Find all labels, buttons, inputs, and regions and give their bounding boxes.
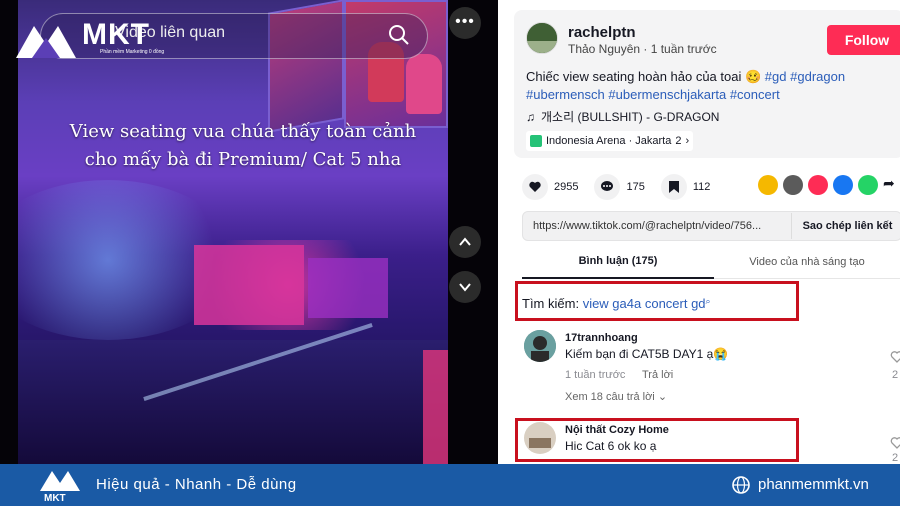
- facebook-icon[interactable]: [833, 175, 853, 195]
- banner-logo-text: MKT: [44, 493, 66, 503]
- commenter-name[interactable]: 17trannhoang: [565, 332, 638, 344]
- like-count: 2955: [554, 181, 579, 193]
- bookmark-icon: [660, 174, 687, 200]
- music-title: 개소리 (BULLSHIT) - G-DRAGON: [541, 110, 720, 124]
- video-url[interactable]: https://www.tiktok.com/@rachelptn/video/…: [533, 220, 761, 232]
- hashtag[interactable]: #ubermenschjakarta: [608, 87, 726, 102]
- logo-text: MKT: [82, 18, 150, 51]
- author-meta: Thảo Nguyên · 1 tuần trước: [568, 42, 717, 56]
- view-replies-button[interactable]: Xem 18 câu trả lời ⌄: [565, 390, 667, 403]
- chevron-down-icon: ⌄: [657, 391, 668, 403]
- hashtag[interactable]: #concert: [730, 87, 780, 102]
- location-name: Indonesia Arena · Jakarta: [546, 135, 672, 147]
- highlight-box: [515, 418, 799, 462]
- comment-like-count: 2: [892, 369, 899, 381]
- follow-button[interactable]: Follow: [827, 25, 900, 55]
- comment-time: 1 tuần trước: [565, 369, 626, 381]
- save-count: 112: [692, 181, 711, 193]
- comment-stat[interactable]: 175: [594, 174, 645, 200]
- next-video-button[interactable]: [449, 271, 481, 303]
- post-time: 1 tuần trước: [650, 42, 717, 56]
- tab-comments[interactable]: Bình luận (175): [522, 245, 714, 279]
- chevron-right-icon: ›: [685, 135, 690, 147]
- video-player[interactable]: View seating vua chúa thấy toàn cảnh cho…: [18, 0, 448, 464]
- author-display-name: Thảo Nguyên: [568, 42, 641, 56]
- repost-icon[interactable]: [758, 175, 778, 195]
- hashtag[interactable]: #gd: [765, 69, 787, 84]
- globe-icon: [732, 476, 750, 494]
- location-count: 2: [675, 135, 682, 147]
- heart-icon: [522, 174, 548, 200]
- chevron-down-icon: [459, 283, 471, 292]
- comment-text: Kiếm bạn đi CAT5B DAY1 ạ😭: [565, 347, 729, 361]
- stage-pillar: [423, 350, 448, 464]
- hashtag[interactable]: #gdragon: [790, 69, 845, 84]
- arena-floor: [18, 340, 448, 464]
- music-note-icon: ♫: [526, 109, 535, 124]
- screenshot: { "video": { "overlay_line1": "View seat…: [0, 0, 900, 506]
- details-panel: rachelptn Thảo Nguyên · 1 tuần trước Fol…: [498, 0, 900, 464]
- hashtag[interactable]: #ubermensch: [526, 87, 605, 102]
- share-icons: ➦: [758, 175, 895, 195]
- search-icon[interactable]: [388, 24, 410, 46]
- comment-like-count: 2: [892, 452, 899, 464]
- reply-button[interactable]: Trả lời: [642, 369, 673, 381]
- commenter-avatar[interactable]: [524, 330, 556, 362]
- mkt-logo: MKT: [40, 471, 80, 503]
- send-icon[interactable]: [808, 175, 828, 195]
- whatsapp-icon[interactable]: [858, 175, 878, 195]
- location-pin-icon: [530, 135, 542, 147]
- video-caption-overlay: View seating vua chúa thấy toàn cảnh cho…: [58, 118, 428, 174]
- logo-subtitle: Phần mềm Marketing 0 đồng: [100, 49, 165, 55]
- author-username[interactable]: rachelptn: [568, 24, 636, 41]
- description-text: Chiếc view seating hoàn hảo của toai 🥴: [526, 69, 762, 84]
- view-replies-label: Xem 18 câu trả lời: [565, 391, 655, 403]
- comment-count: 175: [626, 181, 645, 193]
- avatar-image: [524, 330, 556, 362]
- stage-screen-left: [194, 245, 304, 325]
- previous-video-button[interactable]: [449, 226, 481, 258]
- tab-creator-videos[interactable]: Video của nhà sáng tạo: [714, 245, 900, 279]
- overlay-line-2: cho mấy bà đi Premium/ Cat 5 nha: [84, 149, 402, 170]
- banner-website[interactable]: phanmemmkt.vn: [758, 476, 869, 493]
- heart-outline-icon[interactable]: [890, 436, 900, 450]
- share-arrow-icon[interactable]: ➦: [883, 175, 895, 195]
- post-description: Chiếc view seating hoàn hảo của toai 🥴 #…: [526, 68, 896, 104]
- save-stat[interactable]: 112: [660, 174, 711, 200]
- more-options-button[interactable]: •••: [449, 7, 481, 39]
- copy-link-button[interactable]: Sao chép liên kết: [791, 213, 900, 239]
- performer: [406, 54, 442, 114]
- like-stat[interactable]: 2955: [522, 174, 578, 200]
- embed-icon[interactable]: [783, 175, 803, 195]
- heart-outline-icon[interactable]: [890, 350, 900, 364]
- comment-icon: [594, 174, 621, 200]
- overlay-line-1: View seating vua chúa thấy toàn cảnh: [69, 121, 417, 142]
- comments-tabs: Bình luận (175) Video của nhà sáng tạo: [522, 245, 900, 279]
- highlight-box: [515, 281, 799, 321]
- location-tag[interactable]: Indonesia Arena · Jakarta 2 ›: [526, 131, 694, 151]
- stage-screen-right: [308, 258, 388, 318]
- banner-tagline: Hiệu quả - Nhanh - Dễ dùng: [96, 476, 297, 493]
- music-track[interactable]: ♫ 개소리 (BULLSHIT) - G-DRAGON: [526, 108, 719, 125]
- copy-link-box: https://www.tiktok.com/@rachelptn/video/…: [522, 211, 900, 241]
- chevron-up-icon: [459, 237, 471, 246]
- engagement-stats: 2955 175 112: [522, 173, 726, 201]
- author-avatar[interactable]: [526, 22, 558, 54]
